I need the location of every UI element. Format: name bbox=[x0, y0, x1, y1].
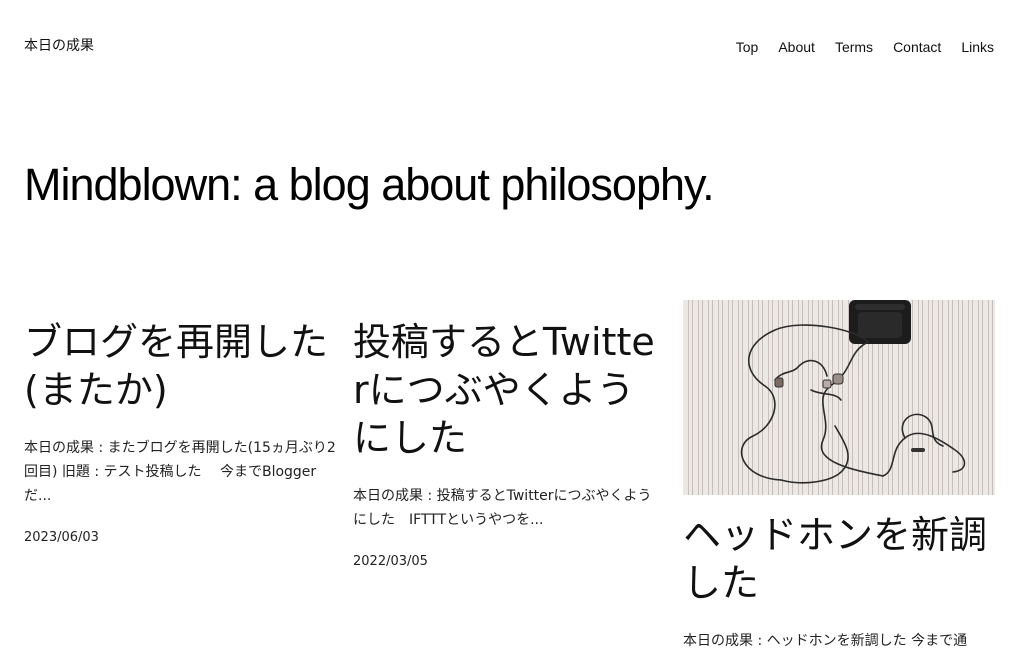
post-date: 2022/03/05 bbox=[353, 554, 428, 569]
nav-link-top[interactable]: Top bbox=[736, 37, 759, 57]
earphones-image bbox=[740, 300, 966, 484]
post-excerpt: 本日の成果 : またブログを再開した(15ヵ月ぶり2回目) 旧題 : テスト投稿… bbox=[24, 440, 336, 504]
nav-link-contact[interactable]: Contact bbox=[893, 37, 941, 57]
site-header: 本日の成果 Top About Terms Contact Links bbox=[0, 0, 1024, 90]
post-card: 投稿するとTwitterにつぶやくようにした 本日の成果 : 投稿するとTwit… bbox=[353, 300, 665, 572]
post-date: 2023/06/03 bbox=[24, 530, 99, 545]
post-title[interactable]: ヘッドホンを新調した bbox=[683, 511, 995, 607]
main-nav: Top About Terms Contact Links bbox=[736, 37, 994, 57]
site-title[interactable]: 本日の成果 bbox=[24, 36, 94, 56]
nav-link-links[interactable]: Links bbox=[961, 37, 994, 57]
post-excerpt: 本日の成果 : ヘッドホンを新調した 今まで通 bbox=[683, 633, 968, 649]
nav-link-terms[interactable]: Terms bbox=[835, 37, 873, 57]
post-card: ヘッドホンを新調した 本日の成果 : ヘッドホンを新調した 今まで通 bbox=[683, 300, 995, 653]
nav-link-about[interactable]: About bbox=[778, 37, 815, 57]
post-title[interactable]: ブログを再開した(またか) bbox=[24, 318, 336, 414]
site-tagline: Mindblown: a blog about philosophy. bbox=[24, 159, 715, 210]
post-card: ブログを再開した(またか) 本日の成果 : またブログを再開した(15ヵ月ぶり2… bbox=[24, 300, 336, 548]
post-title[interactable]: 投稿するとTwitterにつぶやくようにした bbox=[353, 318, 665, 462]
post-excerpt: 本日の成果 : 投稿するとTwitterにつぶやくようにした IFTTTというや… bbox=[353, 488, 652, 528]
post-thumbnail[interactable] bbox=[683, 300, 995, 495]
